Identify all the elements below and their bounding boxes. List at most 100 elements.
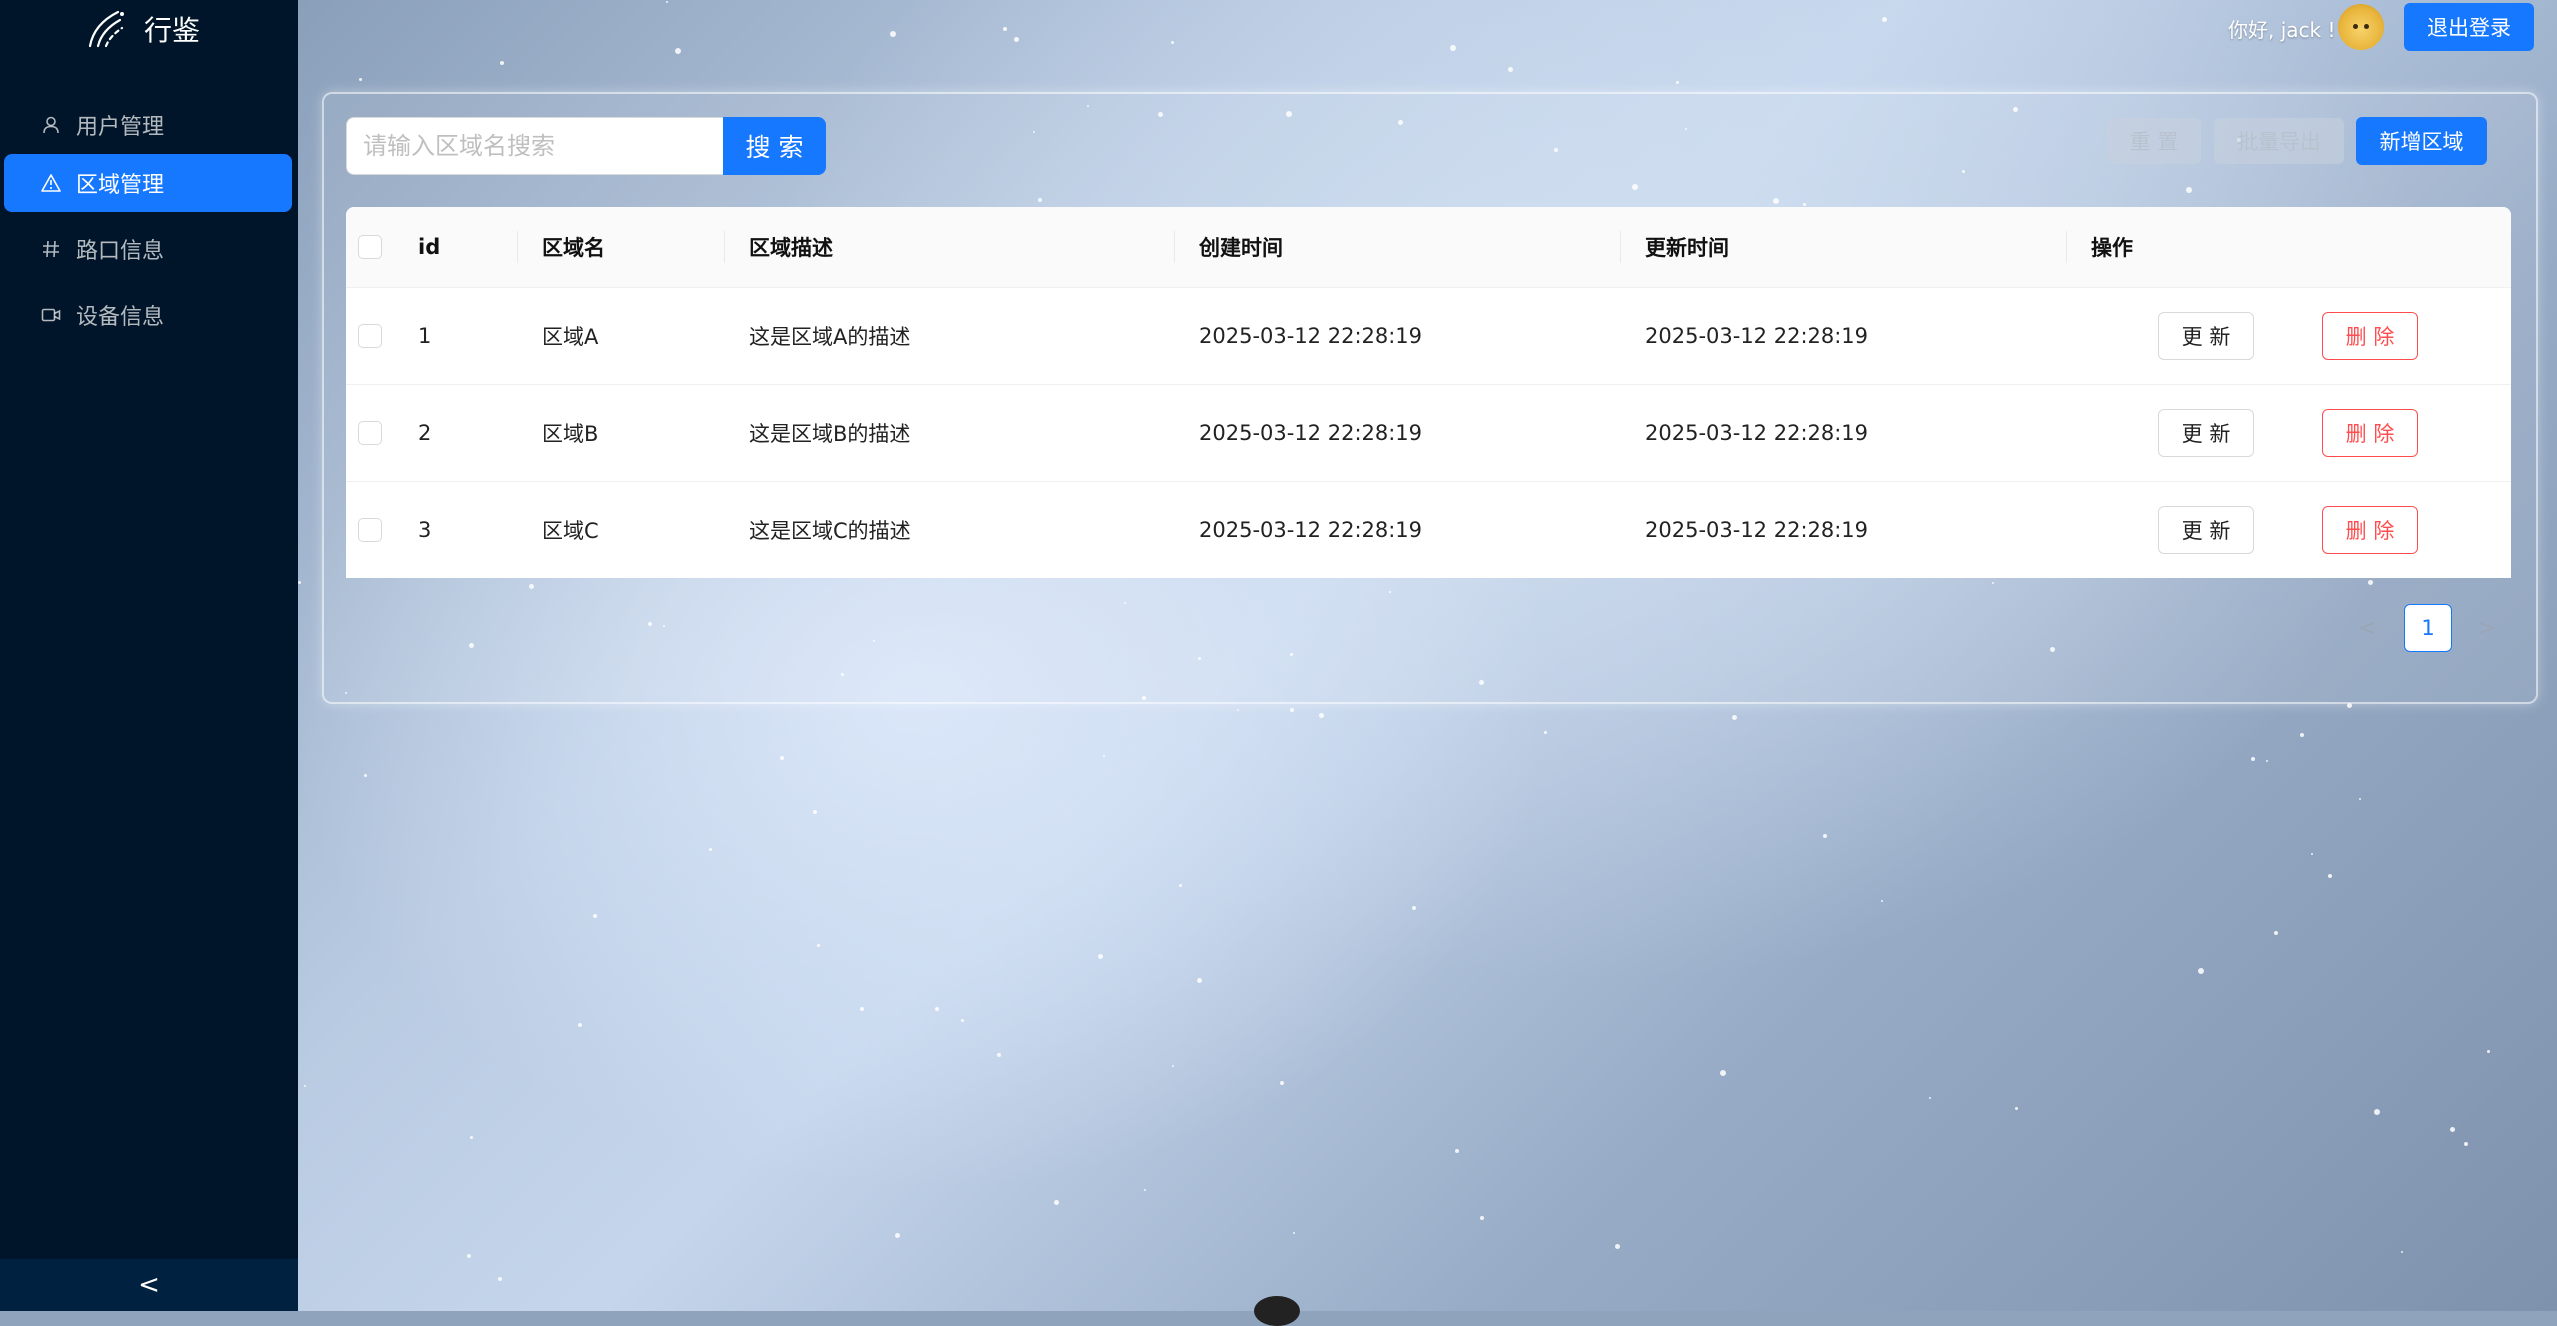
snow-particle — [467, 1254, 471, 1258]
row-checkbox[interactable] — [358, 518, 382, 542]
snow-particle — [2198, 968, 2204, 974]
search-input[interactable] — [346, 117, 724, 175]
cell-created: 2025-03-12 22:28:19 — [1199, 324, 1423, 348]
column-header-updated: 更新时间 — [1645, 236, 1729, 260]
logo-icon — [88, 10, 124, 48]
table-row: 2 区域B 这是区域B的描述 2025-03-12 22:28:19 2025-… — [346, 385, 2511, 482]
snow-particle — [1508, 67, 1513, 72]
cell-created: 2025-03-12 22:28:19 — [1199, 421, 1423, 445]
snow-particle — [2311, 853, 2313, 855]
sidebar-item-devices[interactable]: 设备信息 — [4, 286, 292, 344]
snow-particle — [304, 1085, 306, 1087]
add-region-button[interactable]: 新增区域 — [2356, 117, 2487, 165]
snow-particle — [298, 581, 301, 584]
snow-particle — [2300, 733, 2304, 737]
snow-particle — [1014, 37, 1019, 42]
chevron-right-icon: > — [2477, 615, 2497, 641]
update-button[interactable]: 更 新 — [2158, 312, 2254, 360]
delete-button[interactable]: 删 除 — [2322, 506, 2418, 554]
cell-name: 区域A — [542, 325, 599, 349]
cell-id: 1 — [418, 324, 432, 348]
column-header-created: 创建时间 — [1199, 236, 1283, 260]
snow-particle — [1098, 954, 1103, 959]
snow-particle — [359, 78, 362, 81]
snow-particle — [1280, 1081, 1284, 1085]
logout-button[interactable]: 退出登录 — [2404, 3, 2534, 51]
row-checkbox[interactable] — [358, 421, 382, 445]
snow-particle — [2487, 1050, 2490, 1053]
reset-button[interactable]: 重 置 — [2107, 118, 2201, 164]
snow-particle — [1929, 1097, 1931, 1099]
snow-particle — [2015, 1107, 2018, 1110]
snow-particle — [2359, 798, 2361, 800]
regions-table: id 区域名 区域描述 创建时间 更新时间 操作 1 区域A 这是区域A的描述 … — [346, 207, 2511, 578]
snow-particle — [961, 1019, 964, 1022]
cell-id: 2 — [418, 421, 432, 445]
snow-particle — [1720, 1070, 1726, 1076]
export-button[interactable]: 批量导出 — [2214, 118, 2344, 164]
snow-particle — [2266, 760, 2268, 762]
snow-particle — [935, 1007, 939, 1011]
column-header-name: 区域名 — [542, 236, 605, 260]
delete-button[interactable]: 删 除 — [2322, 409, 2418, 457]
snow-particle — [2450, 1127, 2455, 1132]
sidebar-collapse-button[interactable]: < — [0, 1259, 298, 1311]
snow-particle — [1144, 1189, 1146, 1191]
sidebar-item-users[interactable]: 用户管理 — [4, 96, 292, 154]
table-row: 1 区域A 这是区域A的描述 2025-03-12 22:28:19 2025-… — [346, 288, 2511, 385]
snow-particle — [1544, 731, 1547, 734]
sidebar-item-intersections[interactable]: 路口信息 — [4, 220, 292, 278]
update-button[interactable]: 更 新 — [2158, 506, 2254, 554]
sidebar: 行鉴 用户管理 区域管理 路口信息 设备信息 < — [0, 0, 298, 1311]
snow-particle — [1054, 1200, 1059, 1205]
cell-updated: 2025-03-12 22:28:19 — [1645, 324, 1869, 348]
cell-desc: 这是区域A的描述 — [749, 325, 911, 349]
cell-desc: 这是区域C的描述 — [749, 519, 911, 543]
select-all-checkbox[interactable] — [358, 235, 382, 259]
snow-particle — [2274, 931, 2278, 935]
cell-desc: 这是区域B的描述 — [749, 422, 911, 446]
floating-widget[interactable] — [1254, 1296, 1300, 1326]
cell-created: 2025-03-12 22:28:19 — [1199, 518, 1423, 542]
update-button[interactable]: 更 新 — [2158, 409, 2254, 457]
snow-particle — [666, 1, 668, 3]
search-button[interactable]: 搜 索 — [723, 117, 826, 175]
snow-particle — [498, 1277, 502, 1281]
snow-particle — [1455, 1149, 1459, 1153]
snow-particle — [2328, 874, 2332, 878]
snow-particle — [1003, 27, 1007, 31]
snow-particle — [1319, 713, 1324, 718]
snow-particle — [780, 756, 784, 760]
select-all-cell — [358, 207, 382, 287]
snow-particle — [1293, 1232, 1295, 1234]
snow-particle — [1412, 906, 1416, 910]
sidebar-item-label: 用户管理 — [76, 115, 165, 140]
snow-particle — [890, 31, 896, 37]
snow-particle — [1615, 1244, 1620, 1249]
snow-particle — [1881, 900, 1883, 902]
sidebar-item-regions[interactable]: 区域管理 — [4, 154, 292, 212]
snow-particle — [2374, 1109, 2380, 1115]
cell-name: 区域B — [542, 422, 599, 446]
pagination-next-button[interactable]: > — [2472, 604, 2502, 652]
hash-icon — [40, 238, 62, 260]
pagination-prev-button[interactable]: < — [2352, 604, 2382, 652]
app-title: 行鉴 — [144, 14, 201, 47]
user-icon — [40, 114, 62, 136]
avatar[interactable] — [2338, 4, 2384, 50]
pagination-page-button[interactable]: 1 — [2404, 604, 2452, 652]
delete-button[interactable]: 删 除 — [2322, 312, 2418, 360]
snow-particle — [1676, 81, 1679, 84]
chevron-left-icon: < — [2357, 615, 2377, 641]
snow-particle — [578, 1023, 582, 1027]
snow-particle — [1823, 834, 1827, 838]
table-header: id 区域名 区域描述 创建时间 更新时间 操作 — [346, 207, 2511, 288]
column-header-id: id — [418, 235, 441, 259]
cell-id: 3 — [418, 518, 432, 542]
snow-particle — [2251, 757, 2255, 761]
snow-particle — [997, 1053, 1001, 1057]
snow-particle — [895, 1233, 900, 1238]
user-greeting: 你好, jack ! — [2228, 18, 2336, 42]
snow-particle — [1179, 884, 1182, 887]
row-checkbox[interactable] — [358, 324, 382, 348]
